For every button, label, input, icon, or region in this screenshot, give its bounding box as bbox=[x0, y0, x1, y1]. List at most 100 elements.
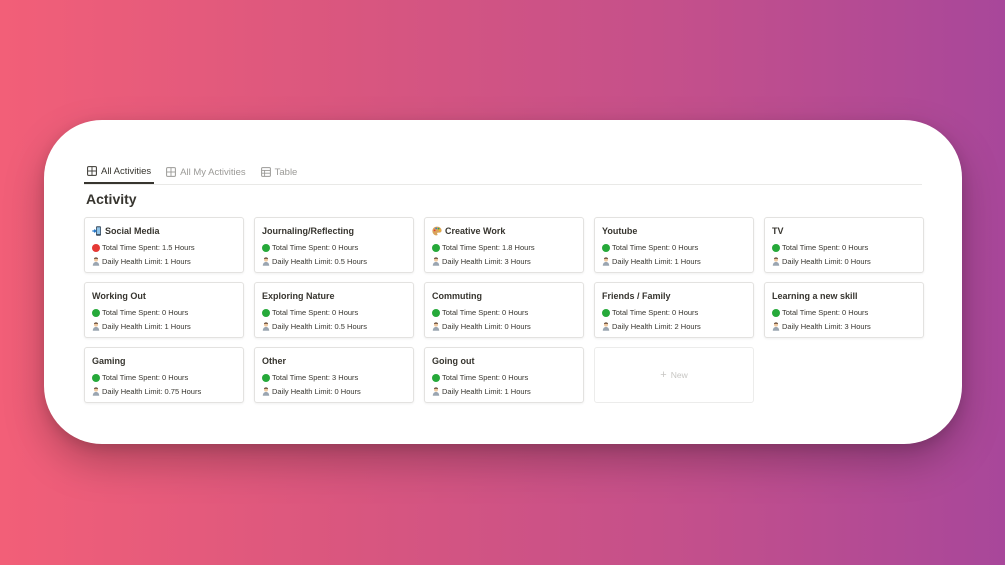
health-limit-label: Daily Health Limit: bbox=[612, 257, 673, 266]
green-circle-icon bbox=[602, 308, 610, 317]
time-spent-value: 1.5 Hours bbox=[162, 243, 195, 252]
card-title: Youtube bbox=[602, 224, 746, 238]
health-limit-row: Daily Health Limit: 1 Hours bbox=[92, 321, 236, 332]
health-limit-value: 0 Hours bbox=[504, 322, 531, 331]
health-limit-row: Daily Health Limit: 0 Hours bbox=[262, 386, 406, 397]
activity-card[interactable]: Gaming Total Time Spent: 0 Hours Daily Hea… bbox=[84, 347, 244, 403]
card-title-text: Creative Work bbox=[445, 226, 506, 236]
card-title: Learning a new skill bbox=[772, 289, 916, 303]
card-title-text: Journaling/Reflecting bbox=[262, 226, 355, 236]
person-icon bbox=[262, 322, 270, 331]
health-limit-value: 1 Hours bbox=[504, 387, 531, 396]
time-spent-row: Total Time Spent: 1.5 Hours bbox=[92, 242, 236, 253]
time-spent-row: Total Time Spent: 0 Hours bbox=[772, 307, 916, 318]
activity-card[interactable]: Friends / Family Total Time Spent: 0 Hour… bbox=[594, 282, 754, 338]
green-circle-icon bbox=[432, 243, 440, 252]
person-icon bbox=[602, 322, 610, 331]
card-title: Exploring Nature bbox=[262, 289, 406, 303]
time-spent-label: Total Time Spent: bbox=[272, 308, 330, 317]
time-spent-label: Total Time Spent: bbox=[102, 243, 160, 252]
time-spent-value: 0 Hours bbox=[162, 308, 189, 317]
time-spent-label: Total Time Spent: bbox=[272, 373, 330, 382]
time-spent-label: Total Time Spent: bbox=[272, 243, 330, 252]
tab-all-activities[interactable]: All Activities bbox=[84, 162, 155, 184]
time-spent-value: 0 Hours bbox=[842, 243, 869, 252]
health-limit-label: Daily Health Limit: bbox=[442, 387, 503, 396]
time-spent-label: Total Time Spent: bbox=[782, 308, 840, 317]
activity-card[interactable]: Commuting Total Time Spent: 0 Hours Daily … bbox=[424, 282, 584, 338]
person-icon bbox=[92, 257, 100, 266]
card-title: Other bbox=[262, 354, 406, 368]
card-title: Journaling/Reflecting bbox=[262, 224, 406, 238]
green-circle-icon bbox=[432, 373, 440, 382]
gallery-icon bbox=[87, 166, 97, 176]
health-limit-row: Daily Health Limit: 2 Hours bbox=[602, 321, 746, 332]
time-spent-row: Total Time Spent: 0 Hours bbox=[92, 372, 236, 383]
health-limit-value: 0.75 Hours bbox=[164, 387, 202, 396]
card-title: Social Media bbox=[92, 224, 236, 238]
health-limit-value: 3 Hours bbox=[844, 322, 871, 331]
health-limit-value: 0 Hours bbox=[334, 387, 361, 396]
activity-card[interactable]: Social Media Total Time Spent: 1.5 Hours D… bbox=[84, 217, 244, 273]
green-circle-icon bbox=[772, 243, 780, 252]
green-circle-icon bbox=[262, 243, 270, 252]
health-limit-label: Daily Health Limit: bbox=[442, 322, 503, 331]
time-spent-label: Total Time Spent: bbox=[442, 243, 500, 252]
health-limit-row: Daily Health Limit: 0.5 Hours bbox=[262, 321, 406, 332]
person-icon bbox=[772, 322, 780, 331]
time-spent-row: Total Time Spent: 0 Hours bbox=[602, 242, 746, 253]
health-limit-value: 1 Hours bbox=[164, 322, 191, 331]
time-spent-label: Total Time Spent: bbox=[612, 243, 670, 252]
green-circle-icon bbox=[772, 308, 780, 317]
activity-card[interactable]: Learning a new skill Total Time Spent: 0 … bbox=[764, 282, 924, 338]
activity-card[interactable]: Working Out Total Time Spent: 0 Hours Dail… bbox=[84, 282, 244, 338]
health-limit-value: 0.5 Hours bbox=[334, 322, 368, 331]
health-limit-row: Daily Health Limit: 1 Hours bbox=[432, 386, 576, 397]
health-limit-value: 0.5 Hours bbox=[334, 257, 368, 266]
card-title-text: Social Media bbox=[105, 226, 160, 236]
health-limit-label: Daily Health Limit: bbox=[272, 322, 333, 331]
time-spent-row: Total Time Spent: 0 Hours bbox=[772, 242, 916, 253]
mobile-phone-arrow-icon bbox=[92, 226, 102, 236]
new-card-button[interactable]: + New bbox=[594, 347, 754, 403]
app-window: All Activities All My Activities Table Act… bbox=[44, 120, 962, 444]
activity-card[interactable]: Exploring Nature Total Time Spent: 0 Hour… bbox=[254, 282, 414, 338]
card-title: TV bbox=[772, 224, 916, 238]
green-circle-icon bbox=[92, 373, 100, 382]
activity-card[interactable]: Other Total Time Spent: 3 Hours Daily Heal… bbox=[254, 347, 414, 403]
gallery-grid: Social Media Total Time Spent: 1.5 Hours D… bbox=[84, 217, 924, 403]
person-icon bbox=[262, 257, 270, 266]
time-spent-row: Total Time Spent: 0 Hours bbox=[262, 307, 406, 318]
time-spent-value: 0 Hours bbox=[332, 243, 359, 252]
tab-label: All My Activities bbox=[180, 166, 246, 178]
card-title-text: TV bbox=[772, 226, 784, 236]
tab-table[interactable]: Table bbox=[258, 162, 301, 182]
health-limit-row: Daily Health Limit: 0 Hours bbox=[772, 256, 916, 267]
person-icon bbox=[262, 387, 270, 396]
time-spent-row: Total Time Spent: 0 Hours bbox=[432, 307, 576, 318]
page-title: Activity bbox=[86, 191, 137, 207]
card-title-text: Commuting bbox=[432, 291, 482, 301]
activity-card[interactable]: Going out Total Time Spent: 0 Hours Daily … bbox=[424, 347, 584, 403]
card-title: Commuting bbox=[432, 289, 576, 303]
activity-card[interactable]: Youtube Total Time Spent: 0 Hours Daily He… bbox=[594, 217, 754, 273]
activity-card[interactable]: Journaling/Reflecting Total Time Spent: 0… bbox=[254, 217, 414, 273]
time-spent-label: Total Time Spent: bbox=[102, 373, 160, 382]
time-spent-value: 1.8 Hours bbox=[502, 243, 535, 252]
tab-all-my-activities[interactable]: All My Activities bbox=[163, 162, 248, 182]
time-spent-row: Total Time Spent: 0 Hours bbox=[262, 242, 406, 253]
red-circle-icon bbox=[92, 243, 100, 252]
time-spent-label: Total Time Spent: bbox=[442, 308, 500, 317]
time-spent-row: Total Time Spent: 3 Hours bbox=[262, 372, 406, 383]
time-spent-value: 0 Hours bbox=[842, 308, 869, 317]
activity-card[interactable]: Creative Work Total Time Spent: 1.8 Hours… bbox=[424, 217, 584, 273]
person-icon bbox=[432, 322, 440, 331]
activity-card[interactable]: TV Total Time Spent: 0 Hours Daily Health … bbox=[764, 217, 924, 273]
card-title-text: Going out bbox=[432, 356, 475, 366]
health-limit-label: Daily Health Limit: bbox=[272, 257, 333, 266]
time-spent-row: Total Time Spent: 0 Hours bbox=[432, 372, 576, 383]
card-title-text: Other bbox=[262, 356, 287, 366]
green-circle-icon bbox=[262, 373, 270, 382]
plus-icon: + bbox=[660, 369, 667, 381]
health-limit-value: 1 Hours bbox=[674, 257, 701, 266]
